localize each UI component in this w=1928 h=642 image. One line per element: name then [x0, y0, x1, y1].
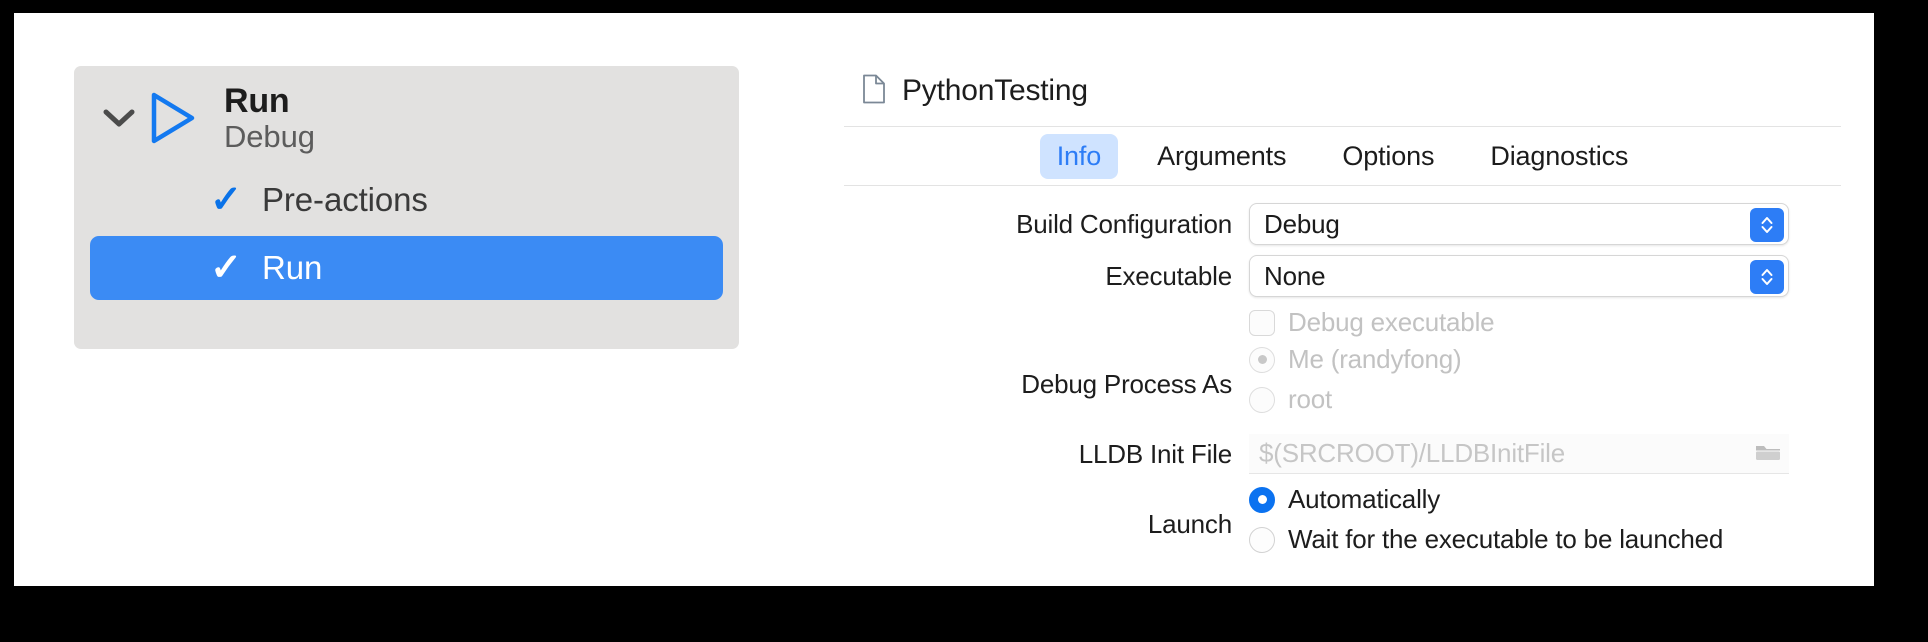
- page-title: PythonTesting: [902, 74, 1088, 107]
- debug-executable-checkbox[interactable]: [1249, 309, 1275, 336]
- debug-process-as-option-label: Me (randyfong): [1288, 344, 1462, 374]
- scheme-group-title: Run: [224, 81, 290, 120]
- debug-process-as-radio-group: Me (randyfong) root: [1249, 344, 1462, 424]
- tabbar: Info Arguments Options Diagnostics: [844, 126, 1841, 186]
- debug-process-as-option-label: root: [1288, 384, 1333, 414]
- build-configuration-label: Build Configuration: [1016, 208, 1232, 239]
- info-form: Build Configuration Debug Executable Non…: [834, 203, 1849, 574]
- scheme-action-list: Run Debug ✓ Pre-actions ✓ Run: [74, 66, 739, 349]
- debug-process-as-label: Debug Process As: [1021, 368, 1232, 399]
- checkmark-icon[interactable]: ✓: [190, 249, 262, 287]
- executable-value: None: [1264, 260, 1326, 291]
- scheme-group-run[interactable]: Run Debug: [74, 74, 739, 162]
- launch-option-label: Wait for the executable to be launched: [1288, 524, 1724, 554]
- tab-arguments[interactable]: Arguments: [1140, 134, 1303, 179]
- tab-options[interactable]: Options: [1325, 134, 1451, 179]
- lldb-init-file-field[interactable]: $(SRCROOT)/LLDBInitFile: [1249, 434, 1789, 474]
- scheme-item-label: Run: [262, 249, 323, 286]
- radio-icon[interactable]: [1249, 526, 1275, 553]
- play-triangle-icon: [144, 90, 202, 146]
- launch-option-label: Automatically: [1288, 484, 1441, 514]
- row-build-configuration: Build Configuration Debug: [834, 203, 1849, 245]
- row-launch: Launch Automatically Wait for the execut…: [834, 484, 1849, 564]
- document-icon: [862, 74, 886, 109]
- detail-pane: PythonTesting Info Arguments Options Dia…: [834, 63, 1849, 563]
- updown-chevrons-icon[interactable]: [1750, 208, 1784, 242]
- checkmark-icon[interactable]: ✓: [190, 181, 262, 219]
- scheme-item-label: Pre-actions: [262, 181, 428, 218]
- build-configuration-popup[interactable]: Debug: [1249, 203, 1789, 245]
- debug-executable-label: Debug executable: [1288, 307, 1495, 337]
- scheme-group-text: Run Debug: [224, 82, 315, 155]
- launch-option-automatically[interactable]: Automatically: [1249, 484, 1723, 515]
- row-debug-executable: Debug executable: [834, 307, 1849, 338]
- tab-info[interactable]: Info: [1039, 133, 1119, 179]
- scheme-editor-sheet: Run Debug ✓ Pre-actions ✓ Run PythonTest…: [14, 13, 1874, 586]
- row-lldb-init-file: LLDB Init File $(SRCROOT)/LLDBInitFile: [834, 434, 1849, 474]
- launch-label: Launch: [1147, 508, 1232, 539]
- radio-icon[interactable]: [1249, 486, 1275, 513]
- scheme-group-subtitle: Debug: [224, 118, 315, 154]
- folder-icon[interactable]: [1755, 442, 1781, 469]
- launch-option-wait[interactable]: Wait for the executable to be launched: [1249, 524, 1723, 555]
- build-configuration-value: Debug: [1264, 208, 1340, 239]
- scheme-item-run[interactable]: ✓ Run: [90, 236, 723, 300]
- executable-label: Executable: [1105, 260, 1232, 291]
- screenshot-root: Run Debug ✓ Pre-actions ✓ Run PythonTest…: [0, 0, 1928, 642]
- scheme-item-pre-actions[interactable]: ✓ Pre-actions: [90, 168, 723, 232]
- detail-title-row: PythonTesting: [862, 71, 1088, 111]
- lldb-init-file-placeholder: $(SRCROOT)/LLDBInitFile: [1259, 438, 1566, 468]
- row-executable: Executable None: [834, 255, 1849, 297]
- chevron-down-icon[interactable]: [96, 107, 142, 129]
- radio-icon[interactable]: [1249, 386, 1275, 413]
- row-debug-process-as: Debug Process As Me (randyfong) root: [834, 344, 1849, 424]
- launch-radio-group: Automatically Wait for the executable to…: [1249, 484, 1723, 564]
- updown-chevrons-icon[interactable]: [1750, 260, 1784, 294]
- tab-diagnostics[interactable]: Diagnostics: [1473, 134, 1645, 179]
- debug-process-as-option-root[interactable]: root: [1249, 384, 1462, 415]
- lldb-init-file-label: LLDB Init File: [1078, 438, 1232, 469]
- radio-icon[interactable]: [1249, 346, 1275, 373]
- executable-popup[interactable]: None: [1249, 255, 1789, 297]
- debug-process-as-option-me[interactable]: Me (randyfong): [1249, 344, 1462, 375]
